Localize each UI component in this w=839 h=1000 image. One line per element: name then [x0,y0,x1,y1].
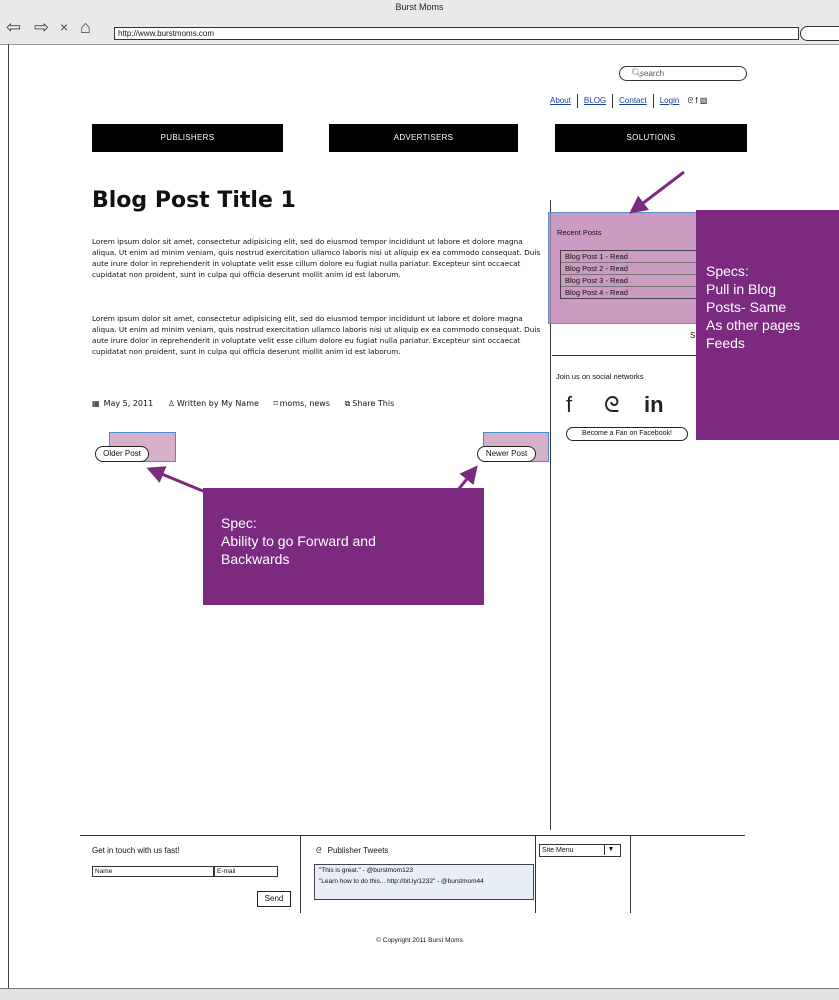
tweet-item: "This is great." - @burstmom123 [319,867,413,874]
email-field[interactable]: E-mail [214,866,278,877]
chevron-down-icon[interactable]: ▼ [604,845,617,855]
twitter-icon: ᘓ [316,846,322,855]
tweets-title: ᘓ Publisher Tweets [316,846,389,855]
arrow-to-recent-posts [629,170,685,214]
contact-title: Get in touch with us fast! [92,846,180,855]
footer-column-divider [535,835,536,913]
send-button[interactable]: Send [257,891,291,907]
name-field[interactable]: Name [92,866,214,877]
status-bar [0,988,839,1000]
tweet-item: "Learn how to do this... http://bit.ly/1… [319,878,484,885]
arrow-to-newer-post [428,465,478,526]
footer-column-divider [630,835,631,913]
copyright: © Copyright 2011 Burst Moms [376,937,463,944]
footer-column-divider [300,835,301,913]
arrow-to-older-post [146,466,233,505]
footer-divider [80,835,745,836]
tweets-box: "This is great." - @burstmom123 "Learn h… [314,864,534,900]
